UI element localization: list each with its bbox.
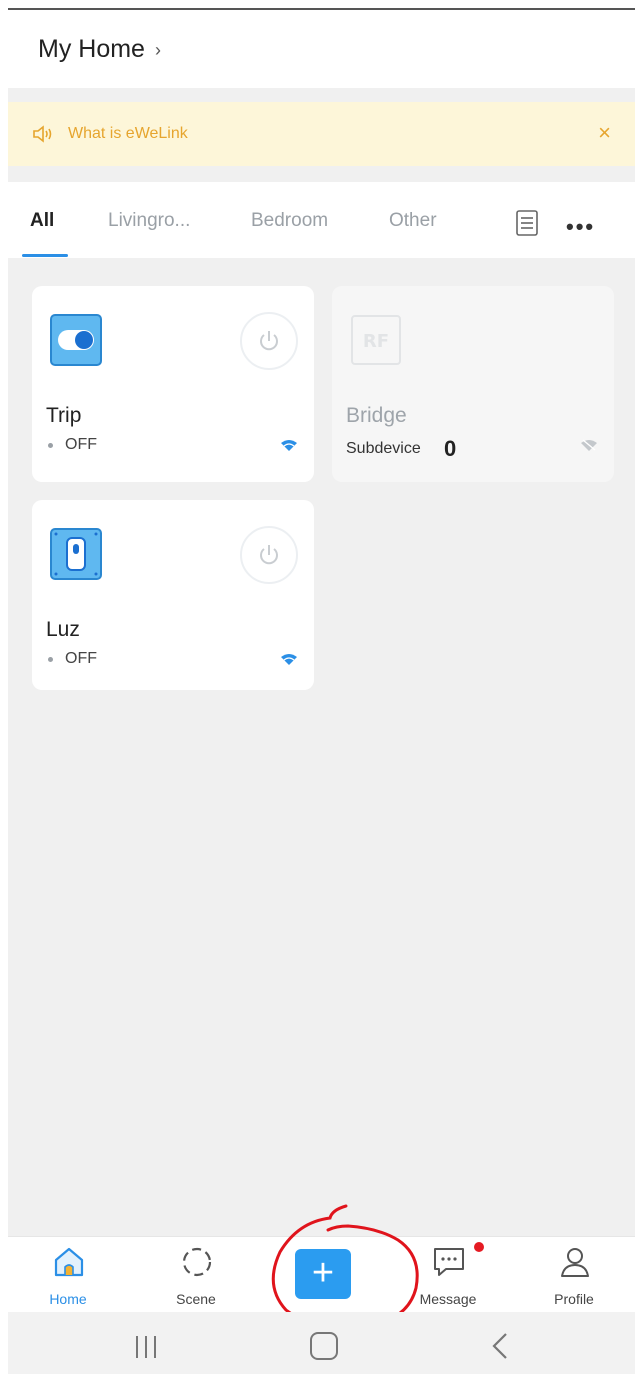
rf-icon: RF — [351, 315, 401, 365]
wall-switch-icon — [50, 528, 102, 580]
tab-home-label: Home — [49, 1291, 87, 1307]
device-status: OFF — [46, 436, 97, 454]
device-card-trip[interactable]: Trip OFF — [32, 286, 314, 482]
banner-text[interactable]: What is eWeLink — [68, 125, 188, 143]
status-text: OFF — [65, 436, 97, 453]
tab-scene[interactable]: Scene — [146, 1237, 246, 1313]
device-card-luz[interactable]: Luz OFF — [32, 500, 314, 690]
status-text: OFF — [65, 650, 97, 667]
close-icon[interactable]: × — [598, 120, 611, 146]
home-selector[interactable]: My Home › — [8, 10, 635, 88]
device-name: Trip — [46, 404, 82, 427]
room-tabs: All Livingro... Bedroom Other ••• — [8, 182, 635, 258]
home-nav-icon[interactable] — [310, 1332, 338, 1360]
device-card-bridge[interactable]: RF Bridge Subdevice 0 — [332, 286, 614, 482]
tab-profile-label: Profile — [554, 1291, 594, 1307]
device-status: OFF — [46, 650, 97, 668]
active-tab-indicator — [22, 254, 68, 257]
tab-bedroom[interactable]: Bedroom — [251, 210, 328, 232]
subdevice-count: 0 — [444, 436, 457, 461]
page-title: My Home — [38, 34, 145, 63]
power-button[interactable] — [240, 526, 298, 584]
scene-icon — [182, 1247, 212, 1277]
app-screen: My Home › What is eWeLink × All Livingro… — [8, 8, 635, 1374]
chevron-right-icon: › — [154, 39, 161, 60]
wifi-offline-icon — [581, 439, 597, 451]
system-nav-bar — [8, 1312, 635, 1374]
message-badge — [474, 1242, 484, 1252]
power-icon — [260, 545, 278, 565]
speaker-icon — [33, 125, 52, 143]
more-options-icon[interactable]: ••• — [566, 214, 595, 240]
wifi-icon — [281, 440, 297, 451]
toggle-switch-icon — [50, 314, 102, 366]
subdevice-label: Subdevice — [346, 440, 421, 457]
tab-home[interactable]: Home — [18, 1237, 118, 1313]
status-dot — [48, 442, 53, 448]
profile-icon — [561, 1248, 589, 1277]
info-banner[interactable]: What is eWeLink × — [8, 102, 635, 166]
recent-apps-icon[interactable] — [134, 1334, 158, 1360]
tab-livingroom[interactable]: Livingro... — [108, 210, 190, 232]
device-name: Luz — [46, 618, 80, 641]
wifi-icon — [281, 654, 297, 665]
power-button[interactable] — [240, 312, 298, 370]
svg-text:RF: RF — [363, 331, 389, 352]
power-icon — [260, 331, 278, 351]
back-icon[interactable] — [490, 1332, 510, 1360]
tab-scene-label: Scene — [176, 1291, 216, 1307]
device-name: Bridge — [346, 404, 407, 427]
list-view-icon[interactable] — [516, 210, 538, 236]
home-icon — [54, 1247, 84, 1277]
tab-other[interactable]: Other — [389, 210, 437, 232]
tab-profile[interactable]: Profile — [524, 1237, 624, 1313]
tab-all[interactable]: All — [30, 210, 54, 232]
status-dot — [48, 656, 53, 662]
